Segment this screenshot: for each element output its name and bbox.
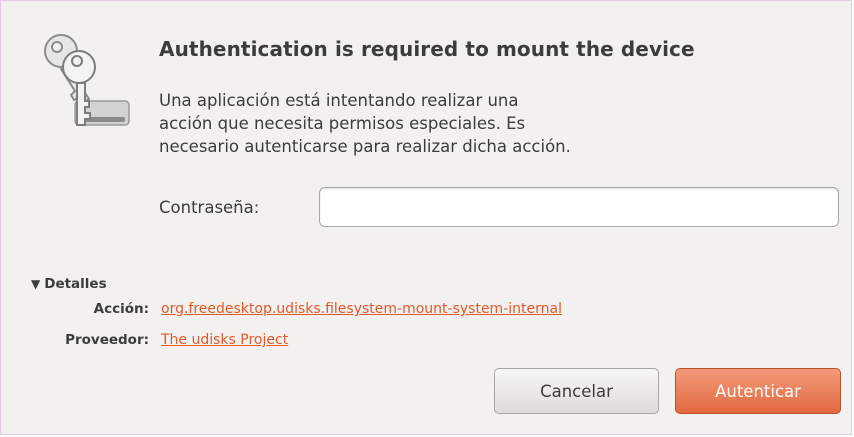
message-line: necesario autenticarse para realizar dic…	[159, 137, 571, 156]
message-line: acción que necesita permisos especiales.…	[159, 114, 526, 133]
password-input[interactable]	[319, 187, 839, 227]
message-line: Una aplicación está intentando realizar …	[159, 91, 519, 110]
vendor-link[interactable]: The udisks Project	[161, 332, 288, 348]
action-link[interactable]: org.freedesktop.udisks.filesystem-mount-…	[161, 301, 562, 317]
authentication-dialog: Authentication is required to mount the …	[0, 0, 852, 435]
details-expander[interactable]: ▼ Detalles	[31, 276, 107, 292]
dialog-title: Authentication is required to mount the …	[159, 37, 695, 61]
action-label: Acción:	[93, 301, 149, 317]
expander-triangle-icon: ▼	[31, 277, 41, 291]
vendor-label: Proveedor:	[65, 332, 149, 348]
cancel-button[interactable]: Cancelar	[494, 368, 659, 414]
authenticate-button[interactable]: Autenticar	[675, 368, 841, 414]
dialog-message: Una aplicación está intentando realizar …	[159, 89, 799, 158]
details-toggle-label: Detalles	[44, 276, 107, 292]
password-label: Contraseña:	[159, 198, 260, 217]
keys-icon	[44, 34, 130, 126]
